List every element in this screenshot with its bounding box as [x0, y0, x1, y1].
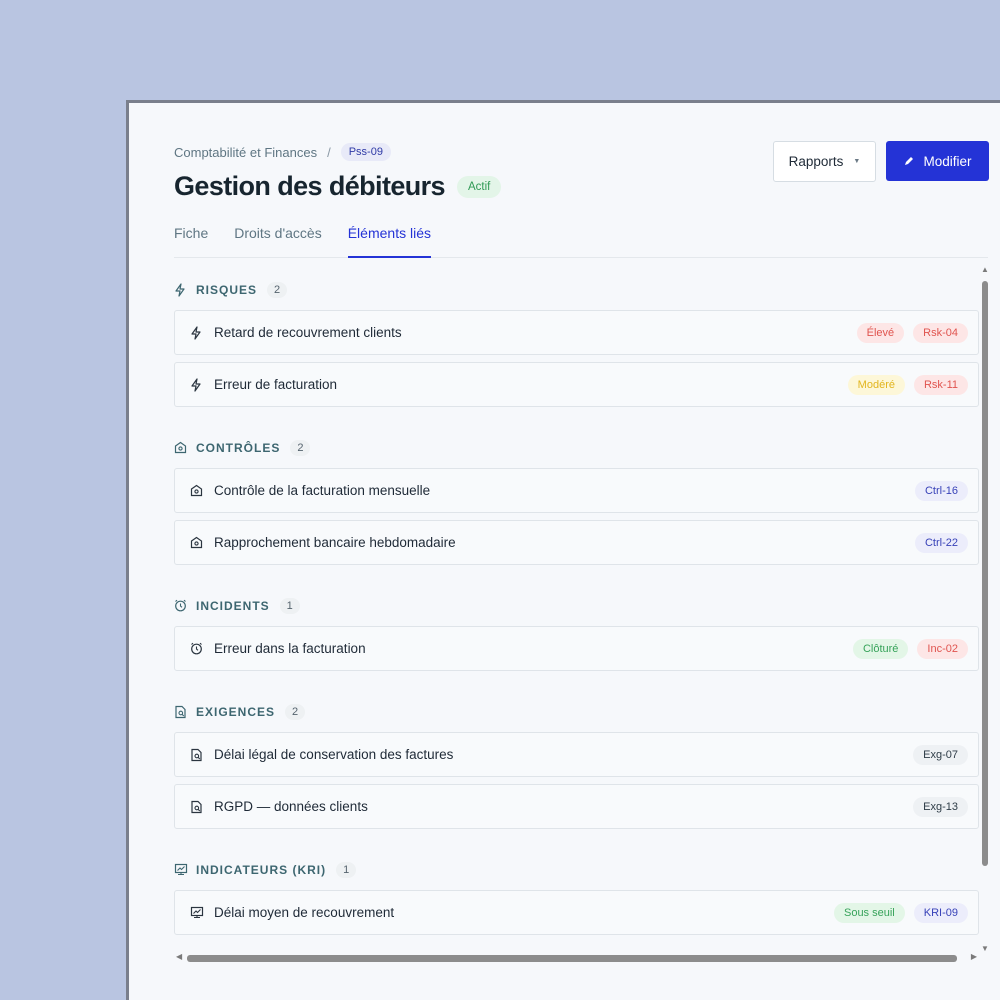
list-item[interactable]: Erreur de facturation Modéré Rsk-11 — [174, 362, 979, 407]
severity-badge: Élevé — [856, 322, 905, 343]
item-label: Contrôle de la facturation mensuelle — [214, 483, 431, 498]
breadcrumb-separator: / — [327, 144, 331, 160]
item-label: Délai légal de conservation des factures — [214, 747, 454, 762]
lightning-icon — [190, 325, 204, 340]
horizontal-scrollbar[interactable]: ◀ ▶ — [174, 951, 979, 965]
list-item[interactable]: Retard de recouvrement clients Élevé Rsk… — [174, 310, 979, 355]
monitor-chart-icon — [190, 906, 204, 920]
edit-button[interactable]: Modifier — [886, 141, 989, 181]
scroll-left-arrow-icon[interactable]: ◀ — [176, 952, 182, 961]
lightning-icon — [190, 377, 204, 392]
item-label: RGPD — données clients — [214, 799, 368, 814]
reference-badge: Ctrl-16 — [914, 480, 968, 501]
header-actions: Rapports ▼ Modifier — [773, 141, 989, 182]
section-exigences-header: EXIGENCES 2 — [174, 697, 979, 727]
section-count-badge: 1 — [336, 862, 357, 878]
item-label: Délai moyen de recouvrement — [214, 905, 395, 920]
scroll-right-arrow-icon[interactable]: ▶ — [971, 952, 977, 961]
section-count-badge: 2 — [267, 282, 288, 298]
section-count-badge: 1 — [279, 598, 300, 614]
pencil-icon — [903, 155, 915, 167]
item-label: Rapprochement bancaire hebdomadaire — [214, 535, 456, 550]
reports-dropdown-button[interactable]: Rapports ▼ — [773, 141, 876, 182]
tab-droits-acces[interactable]: Droits d'accès — [234, 221, 321, 258]
reports-button-label: Rapports — [788, 154, 844, 169]
section-controles-header: CONTRÔLES 2 — [174, 433, 979, 463]
scroll-up-arrow-icon[interactable]: ▲ — [981, 265, 989, 274]
section-title: CONTRÔLES — [196, 441, 281, 455]
document-search-icon — [174, 705, 188, 719]
edit-button-label: Modifier — [923, 153, 972, 169]
reference-badge: Rsk-11 — [913, 374, 968, 395]
section-risques-header: RISQUES 2 — [174, 275, 979, 305]
section-title: RISQUES — [196, 283, 258, 297]
list-item[interactable]: RGPD — données clients Exg-13 — [174, 784, 979, 829]
horizontal-scroll-thumb[interactable] — [187, 955, 957, 962]
document-search-icon — [190, 800, 204, 814]
app-window: Comptabilité et Finances / Pss-09 Gestio… — [126, 100, 1000, 1000]
breadcrumb-parent-link[interactable]: Comptabilité et Finances — [174, 145, 317, 160]
alarm-clock-icon — [174, 599, 188, 613]
reference-badge: Ctrl-22 — [914, 532, 968, 553]
status-badge: Actif — [456, 175, 502, 198]
document-search-icon — [190, 748, 204, 762]
alarm-clock-icon — [190, 642, 204, 656]
scroll-down-arrow-icon[interactable]: ▼ — [981, 944, 989, 953]
vertical-scrollbar[interactable]: ▲ ▼ — [979, 263, 991, 963]
reference-badge: Exg-07 — [913, 744, 968, 765]
section-indicateurs-header: INDICATEURS (KRI) 1 — [174, 855, 979, 885]
tab-bar: Fiche Droits d'accès Éléments liés — [174, 221, 988, 258]
threshold-badge: Sous seuil — [833, 902, 905, 923]
item-label: Erreur de facturation — [214, 377, 338, 392]
list-item[interactable]: Erreur dans la facturation Clôturé Inc-0… — [174, 626, 979, 671]
caret-down-icon: ▼ — [853, 158, 861, 165]
section-count-badge: 2 — [285, 704, 306, 720]
tab-fiche[interactable]: Fiche — [174, 221, 208, 258]
section-title: INDICATEURS (KRI) — [196, 863, 327, 877]
severity-badge: Modéré — [847, 374, 905, 395]
lightning-icon — [174, 283, 188, 297]
tab-elements-lies[interactable]: Éléments liés — [347, 221, 431, 258]
item-label: Retard de recouvrement clients — [214, 325, 402, 340]
reference-badge: Exg-13 — [913, 796, 968, 817]
vertical-scroll-thumb[interactable] — [982, 281, 988, 866]
reference-badge: Inc-02 — [917, 638, 968, 659]
list-item[interactable]: Contrôle de la facturation mensuelle Ctr… — [174, 468, 979, 513]
section-title: EXIGENCES — [196, 705, 276, 719]
list-item[interactable]: Délai moyen de recouvrement Sous seuil K… — [174, 890, 979, 935]
list-item[interactable]: Délai légal de conservation des factures… — [174, 732, 979, 777]
shield-home-icon — [174, 441, 188, 455]
shield-home-icon — [190, 536, 204, 550]
section-incidents-header: INCIDENTS 1 — [174, 591, 979, 621]
list-item[interactable]: Rapprochement bancaire hebdomadaire Ctrl… — [174, 520, 979, 565]
section-title: INCIDENTS — [196, 599, 270, 613]
reference-badge: KRI-09 — [913, 902, 968, 923]
section-count-badge: 2 — [290, 440, 311, 456]
monitor-chart-icon — [174, 863, 188, 877]
status-badge: Clôturé — [852, 638, 909, 659]
shield-home-icon — [190, 484, 204, 498]
page-title: Gestion des débiteurs — [174, 171, 446, 201]
process-code-badge: Pss-09 — [340, 143, 391, 161]
reference-badge: Rsk-04 — [913, 322, 968, 343]
linked-elements-list: RISQUES 2 Retard de recouvrement clients… — [174, 275, 979, 942]
item-label: Erreur dans la facturation — [214, 641, 366, 656]
